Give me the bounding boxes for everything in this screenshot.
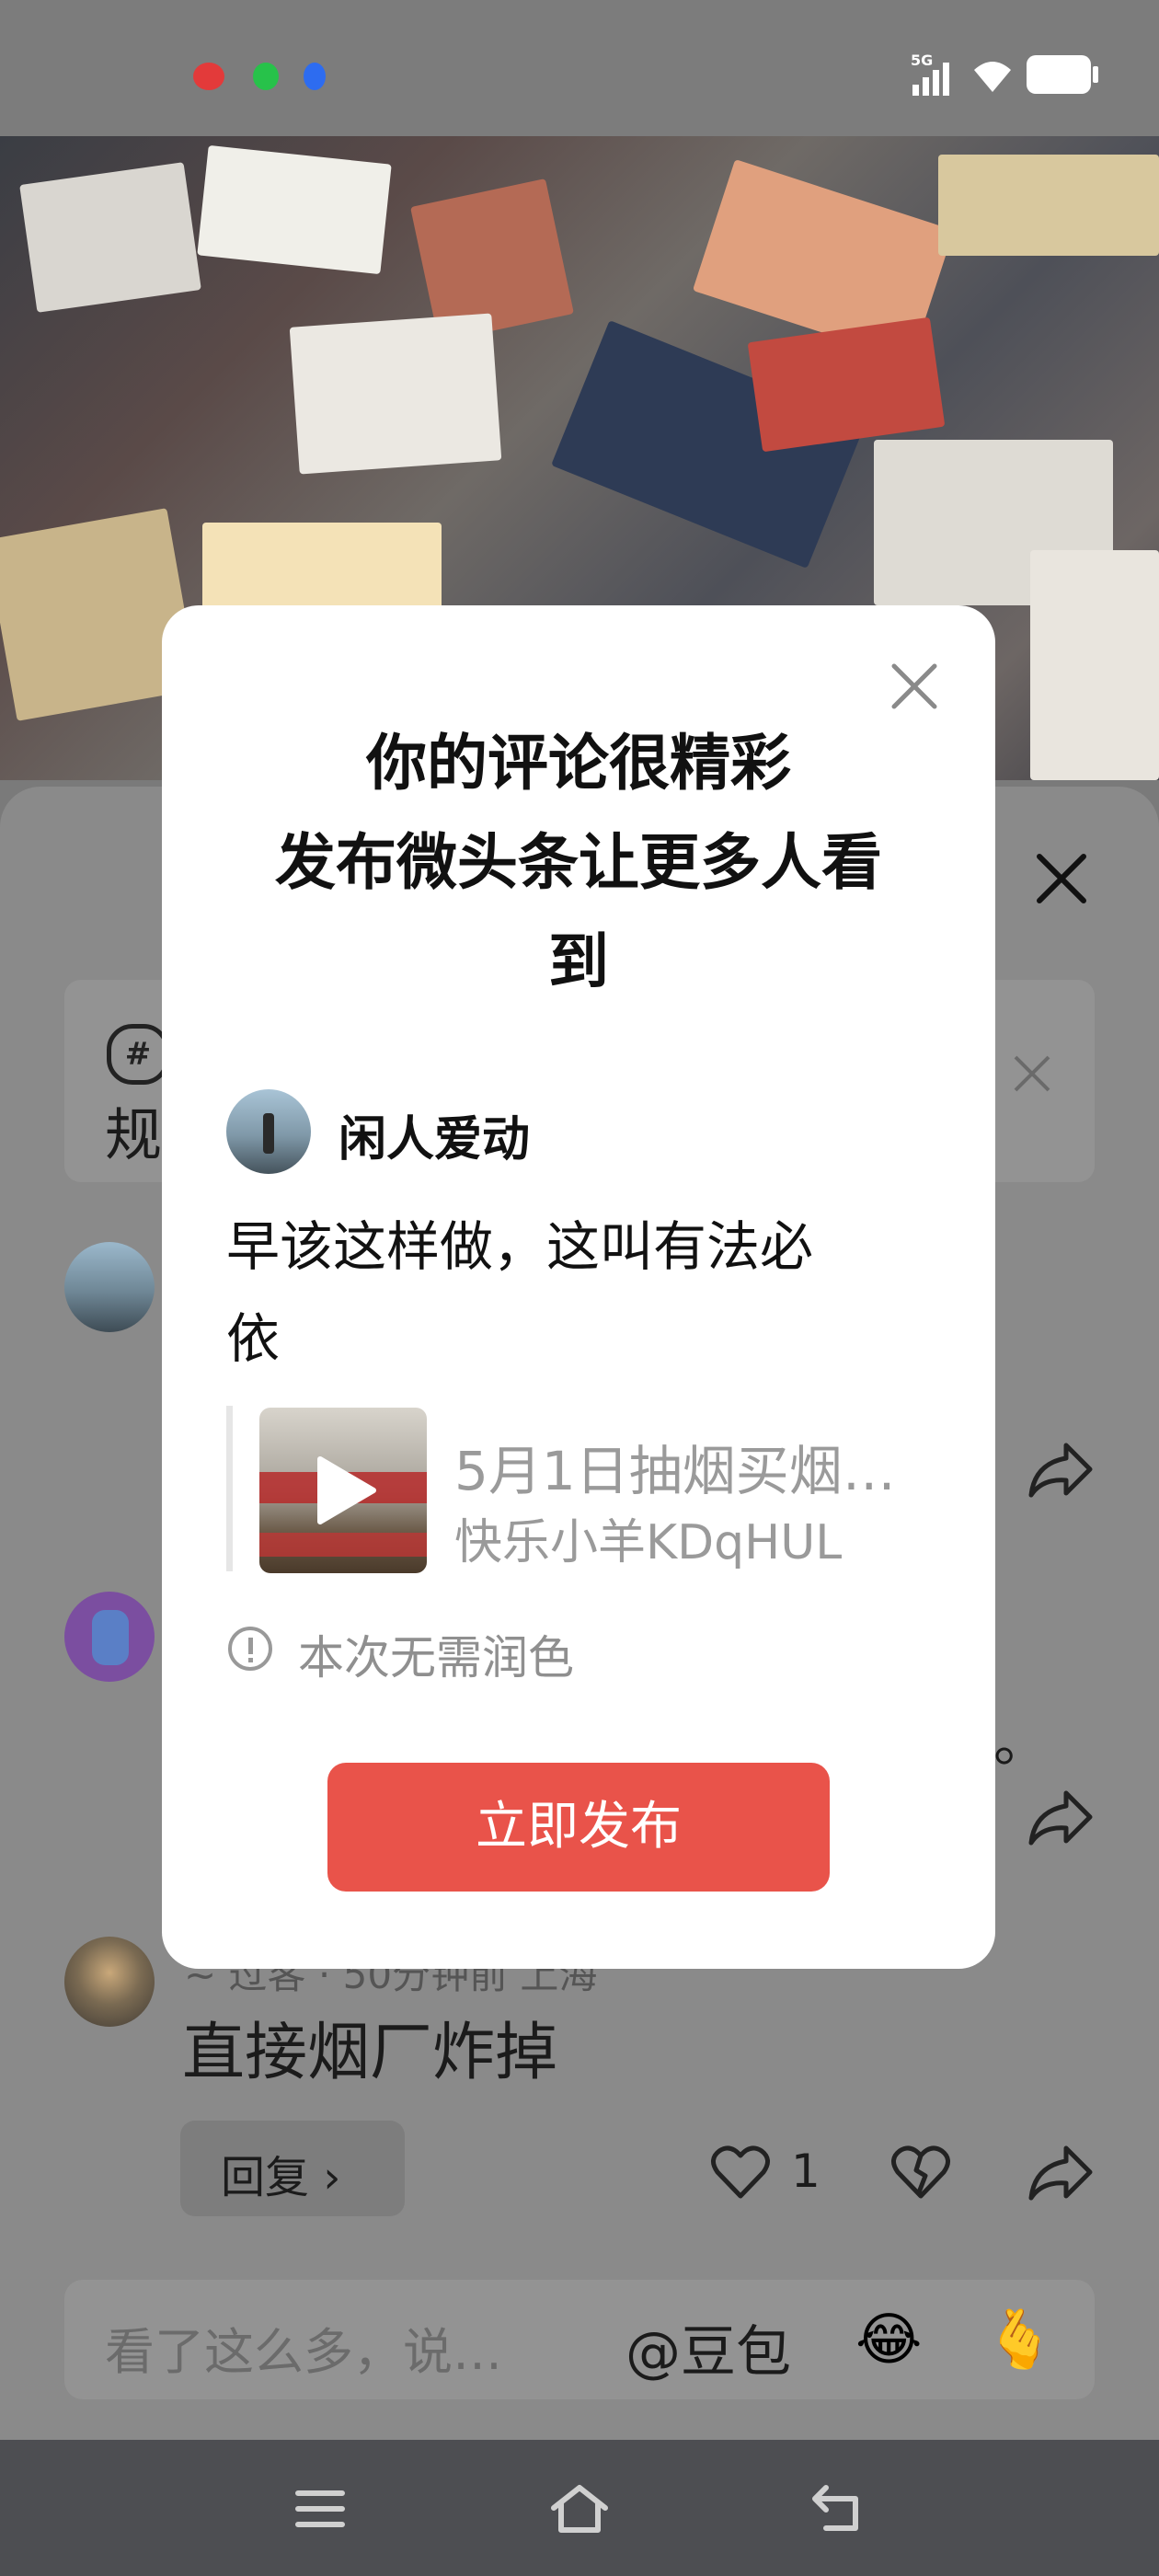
video-author: 快乐小羊KDqHUL xyxy=(454,1515,843,1570)
user-name: 闲人爱动 xyxy=(339,1112,531,1167)
notification-red-icon xyxy=(193,63,224,90)
share-icon[interactable] xyxy=(1026,2143,1096,2203)
commenter-avatar[interactable] xyxy=(64,1242,155,1332)
user-avatar xyxy=(226,1089,311,1174)
back-icon[interactable] xyxy=(808,2482,866,2534)
publish-dialog: 你的评论很精彩 发布微头条让更多人看 到 闲人爱动 早该这样做，这叫有法必 依 … xyxy=(162,605,995,1969)
laughing-emoji-icon[interactable]: 😂 xyxy=(855,2306,922,2373)
signal-icon: 5G xyxy=(911,52,953,96)
publish-button[interactable]: 立即发布 xyxy=(327,1763,830,1892)
hashtag-icon: # xyxy=(107,1024,169,1085)
share-icon[interactable] xyxy=(1026,1440,1096,1501)
play-icon xyxy=(317,1456,376,1524)
video-scene-box xyxy=(289,313,502,475)
video-scene-box xyxy=(747,316,946,453)
at-doubao-button[interactable]: @豆包 xyxy=(625,2307,791,2387)
system-nav-bar xyxy=(0,2440,1159,2576)
status-bar: 5G xyxy=(0,0,1159,136)
video-title: 5月1日抽烟买烟… xyxy=(454,1440,896,1502)
reply-button[interactable]: 回复 › xyxy=(180,2121,405,2216)
close-sheet-icon[interactable] xyxy=(1032,849,1091,908)
video-scene-box xyxy=(938,155,1159,256)
dialog-title-line2: 发布微头条让更多人看 xyxy=(275,827,882,898)
dislike-icon[interactable] xyxy=(890,2145,951,2200)
wifi-icon xyxy=(974,62,1011,92)
info-icon xyxy=(228,1627,272,1671)
network-label: 5G xyxy=(911,52,934,69)
close-dialog-icon[interactable] xyxy=(890,662,938,710)
publish-button-label: 立即发布 xyxy=(476,1797,682,1857)
comment-input[interactable]: 看了这么多，说… @豆包 😂 🫰 xyxy=(64,2280,1095,2399)
share-icon[interactable] xyxy=(1026,1788,1096,1848)
video-scene-box xyxy=(1030,550,1159,780)
comment-trail-text: 。 xyxy=(993,1710,1049,1775)
battery-icon xyxy=(1027,55,1098,94)
comment-line1: 早该这样做，这叫有法必 xyxy=(226,1215,814,1278)
close-topic-icon[interactable] xyxy=(1012,1053,1052,1094)
like-icon[interactable] xyxy=(710,2145,771,2200)
dialog-title-line1: 你的评论很精彩 xyxy=(366,728,791,799)
home-icon[interactable] xyxy=(548,2482,611,2534)
notification-green-icon xyxy=(253,63,279,90)
video-thumbnail[interactable] xyxy=(259,1408,427,1573)
menu-icon[interactable] xyxy=(293,2486,348,2532)
quote-bar xyxy=(226,1406,233,1571)
topic-text: 规 xyxy=(105,1101,163,1168)
finger-heart-emoji-icon[interactable]: 🫰 xyxy=(984,2306,1055,2374)
notice-text: 本次无需润色 xyxy=(298,1631,574,1685)
video-scene-box xyxy=(19,162,201,313)
video-scene-box xyxy=(197,144,392,275)
like-count: 1 xyxy=(791,2145,820,2198)
commenter-avatar[interactable] xyxy=(64,1592,155,1682)
commenter-avatar[interactable] xyxy=(64,1937,155,2027)
comment-text: 直接烟厂炸掉 xyxy=(182,2017,558,2089)
reply-label: 回复 › xyxy=(221,2152,341,2203)
dialog-title-line3: 到 xyxy=(548,926,609,997)
comment-line2: 依 xyxy=(226,1307,281,1370)
input-placeholder: 看了这么多，说… xyxy=(105,2323,502,2381)
notification-blue-icon xyxy=(304,63,326,90)
